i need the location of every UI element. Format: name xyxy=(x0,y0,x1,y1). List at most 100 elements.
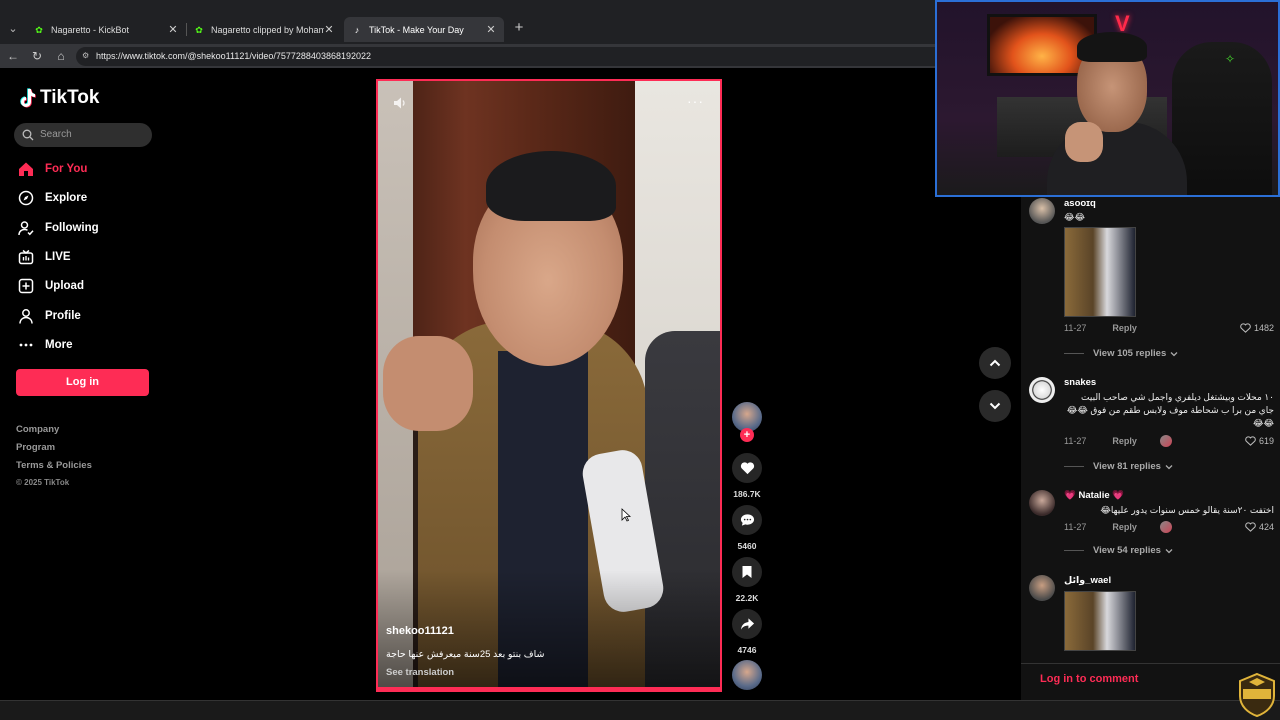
more-options-icon[interactable]: ··· xyxy=(687,93,704,109)
reply-button[interactable]: Reply xyxy=(1112,323,1137,333)
reply-button[interactable]: Reply xyxy=(1112,522,1137,532)
nav-more[interactable]: More xyxy=(18,335,72,355)
home-button-icon[interactable]: ⌂ xyxy=(53,48,69,64)
follow-plus-icon[interactable]: + xyxy=(740,428,754,442)
chevron-down-icon xyxy=(1165,548,1173,553)
tiktok-note-icon xyxy=(20,88,36,108)
replies-divider xyxy=(1064,466,1084,467)
view-replies-label: View 105 replies xyxy=(1093,348,1167,359)
comment-like-button[interactable]: 1482 xyxy=(1240,323,1274,333)
new-tab-button[interactable]: + xyxy=(510,19,528,37)
more-icon xyxy=(18,337,34,353)
copyright-text: © 2025 TikTok xyxy=(16,478,70,487)
sidebar-footer: Company Program Terms & Policies © 2025 … xyxy=(16,424,92,494)
navigation-bar: ← ↻ ⌂ ⚙ https://www.tiktok.com/@shekoo11… xyxy=(0,44,936,68)
avatar[interactable] xyxy=(1029,575,1055,601)
nav-following[interactable]: Following xyxy=(18,218,99,238)
razer-logo-icon: ✧ xyxy=(1225,52,1236,66)
video-subject-hair xyxy=(486,151,616,221)
comment-text: ١٠ محلات وبيشتغل ديلفري واجمل شي صاحب ال… xyxy=(1066,392,1274,428)
site-info-icon[interactable]: ⚙ xyxy=(82,50,92,62)
save-count: 22.2K xyxy=(735,593,759,603)
footer-link-terms[interactable]: Terms & Policies xyxy=(16,460,92,471)
tab-title: TikTok - Make Your Day xyxy=(369,24,464,35)
comment-image[interactable] xyxy=(1064,227,1136,317)
comment-meta: 11-27 Reply 1482 xyxy=(1064,323,1274,333)
nav-live[interactable]: LIVE xyxy=(18,247,71,267)
live-icon xyxy=(18,249,34,265)
creator-liked-avatar xyxy=(1159,435,1172,447)
comment-text: 😂😂 xyxy=(1064,212,1086,222)
music-disc-avatar[interactable] xyxy=(732,660,762,690)
nav-explore[interactable]: Explore xyxy=(18,188,87,208)
share-button[interactable] xyxy=(732,609,762,639)
comment-image[interactable] xyxy=(1064,591,1136,651)
nav-profile[interactable]: Profile xyxy=(18,306,81,326)
address-bar[interactable]: ⚙ https://www.tiktok.com/@shekoo11121/vi… xyxy=(76,47,936,66)
avatar[interactable] xyxy=(1029,198,1055,224)
mouse-cursor-icon xyxy=(621,508,631,522)
back-arrow-icon[interactable]: ← xyxy=(5,48,21,64)
view-replies-button[interactable]: View 81 replies xyxy=(1064,461,1173,472)
comment-like-count: 1482 xyxy=(1253,323,1274,333)
login-to-comment-link[interactable]: Log in to comment xyxy=(1040,673,1138,685)
comment-text: اختفت ٢٠سنة يقالو خمس سنوات يدور عليها😂 xyxy=(1100,505,1274,515)
kick-icon: ✿ xyxy=(195,24,203,35)
close-icon[interactable]: ✕ xyxy=(168,23,178,36)
upload-icon xyxy=(18,278,34,294)
comment-icon xyxy=(740,514,754,526)
creator-liked-avatar xyxy=(1159,521,1172,533)
see-translation-link[interactable]: See translation xyxy=(386,667,454,678)
view-replies-label: View 81 replies xyxy=(1093,461,1161,472)
comment-date: 11-27 xyxy=(1064,436,1087,446)
volume-icon[interactable] xyxy=(392,95,408,111)
view-replies-button[interactable]: View 105 replies xyxy=(1064,348,1178,359)
search-input[interactable]: Search xyxy=(14,123,152,147)
avatar[interactable] xyxy=(1029,377,1055,403)
previous-video-button[interactable] xyxy=(979,347,1011,379)
nav-label: Explore xyxy=(45,192,88,204)
avatar[interactable] xyxy=(1029,490,1055,516)
reply-button[interactable]: Reply xyxy=(1112,436,1137,446)
close-icon[interactable]: ✕ xyxy=(486,23,496,36)
comment-like-button[interactable]: 619 xyxy=(1245,436,1274,446)
video-author[interactable]: shekoo11121 xyxy=(386,625,454,637)
nav-label: Upload xyxy=(45,280,84,292)
view-replies-button[interactable]: View 54 replies xyxy=(1064,545,1173,556)
comment-username[interactable]: asooɪq xyxy=(1064,198,1096,209)
brand-name: TikTok xyxy=(40,87,100,108)
tab-kickbot[interactable]: ✿ Nagaretto - KickBot ✕ xyxy=(26,17,186,42)
tab-clipped[interactable]: ✿ Nagaretto clipped by Mohamad_S ✕ xyxy=(186,17,342,42)
like-button[interactable] xyxy=(732,453,762,483)
comment-meta: 11-27 Reply 424 xyxy=(1064,521,1274,533)
footer-link-program[interactable]: Program xyxy=(16,442,92,453)
nav-upload[interactable]: Upload xyxy=(18,276,84,296)
reload-icon[interactable]: ↻ xyxy=(29,48,45,64)
nav-label: Following xyxy=(45,222,99,234)
comment-button[interactable] xyxy=(732,505,762,535)
login-button[interactable]: Log in xyxy=(16,369,149,396)
nav-for-you[interactable]: For You xyxy=(18,159,87,179)
tab-tiktok[interactable]: ♪ TikTok - Make Your Day ✕ xyxy=(344,17,504,42)
share-icon xyxy=(740,618,754,630)
chevron-down-icon xyxy=(1170,351,1178,356)
next-video-button[interactable] xyxy=(979,390,1011,422)
comment-username[interactable]: snakes xyxy=(1064,377,1096,388)
kick-icon: ✿ xyxy=(35,24,43,35)
comment-like-button[interactable]: 424 xyxy=(1245,522,1274,532)
close-icon[interactable]: ✕ xyxy=(324,23,334,36)
webcam-streamer-hand xyxy=(1065,122,1103,162)
tab-strip: ⌄ ✿ Nagaretto - KickBot ✕ ✿ Nagaretto cl… xyxy=(0,0,935,44)
video-player[interactable]: ··· shekoo11121 شاف بنتو بعد 25سنة ميعرف… xyxy=(376,79,722,692)
comment-item: asooɪq 😂😂 11-27 Reply 1482 xyxy=(1029,198,1274,358)
video-progress-bar[interactable] xyxy=(378,687,720,690)
home-icon xyxy=(18,161,34,177)
footer-link-company[interactable]: Company xyxy=(16,424,92,435)
tiktok-logo[interactable]: TikTok xyxy=(18,87,99,109)
save-button[interactable] xyxy=(732,557,762,587)
comment-username[interactable]: 💗 Natalie 💗 xyxy=(1064,490,1124,501)
comment-username[interactable]: وائل_wael xyxy=(1064,575,1111,586)
tab-search-icon[interactable]: ⌄ xyxy=(4,20,22,38)
nav-label: Profile xyxy=(45,310,81,322)
profile-icon xyxy=(18,308,34,324)
